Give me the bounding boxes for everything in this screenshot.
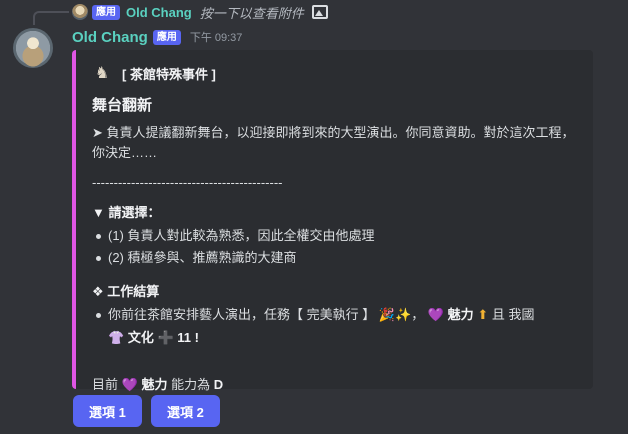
option-2-button[interactable]: 選項 2 [151, 395, 220, 427]
embed-author: ♞ [ 茶館特殊事件 ] [92, 62, 579, 84]
reply-preview[interactable]: 應用 Old Chang 按一下以查看附件 [72, 2, 328, 22]
culture-icon: 👚 [108, 331, 125, 346]
option-1-button[interactable]: 選項 1 [73, 395, 142, 427]
app-badge: 應用 [152, 29, 181, 45]
heart-icon: 💜 [121, 378, 138, 393]
reply-spine [33, 11, 69, 25]
username[interactable]: Old Chang [72, 29, 148, 46]
sparkles-icon: ✨ [395, 308, 412, 323]
arrow-up-icon: ⬆ [477, 307, 489, 322]
status-prefix: 目前 [92, 377, 119, 392]
reply-app-badge: 應用 [92, 4, 120, 20]
avatar[interactable] [13, 28, 53, 68]
status-stat: 魅力 [141, 377, 168, 392]
result-and: 且 我國 [491, 307, 535, 322]
status-grade: D [213, 377, 224, 392]
result-culture: 文化 [127, 330, 154, 345]
embed: ♞ [ 茶館特殊事件 ] 舞台翻新 ➤ 負責人提議翻新舞台，以迎接即將到來的大型… [72, 50, 593, 393]
status-middle: 能力為 [171, 377, 211, 392]
reply-username[interactable]: Old Chang [126, 5, 192, 20]
image-icon [311, 5, 328, 19]
result-list: 你前往茶館安排藝人演出，任務【 完美執行 】 🎉✨， 💜 魅力 ⬆ 且 我國 👚… [92, 304, 579, 350]
list-item: (2) 積極參與、推薦熟識的大建商 [92, 247, 579, 269]
choice-heading: ▼ 請選擇： [92, 205, 161, 220]
current-status: 目前 💜 魅力 能力為 D [92, 374, 579, 393]
divider: ----------------------------------------… [92, 175, 283, 190]
list-item: (1) 負責人對此較為熟悉，因此全權交由他處理 [92, 225, 579, 247]
plus-icon: ➕ [157, 331, 174, 346]
embed-title: 舞台翻新 [92, 97, 153, 114]
reply-avatar [72, 4, 88, 20]
cat-icon: ♞ [94, 65, 110, 82]
heart-icon: 💜 [427, 308, 445, 323]
reply-text[interactable]: 按一下以查看附件 [200, 3, 304, 22]
embed-author-name: [ 茶館特殊事件 ] [122, 66, 216, 82]
result-plus: 11 ! [177, 330, 199, 345]
timestamp: 下午 09:37 [189, 32, 243, 44]
result-heading: ❖ 工作結算 [92, 284, 160, 299]
result-text: 你前往茶館安排藝人演出，任務【 完美執行 】 [108, 307, 376, 322]
result-item: 你前往茶館安排藝人演出，任務【 完美執行 】 🎉✨， 💜 魅力 ⬆ 且 我國 👚… [92, 304, 579, 350]
embed-description: ➤ 負責人提議翻新舞台，以迎接即將到來的大型演出。你同意資助。對於這次工程，你決… [92, 125, 575, 160]
choice-list: (1) 負責人對此較為熟悉，因此全權交由他處理 (2) 積極參與、推薦熟識的大建… [92, 225, 579, 269]
message-header: Old Chang 應用 下午 09:37 [72, 27, 242, 47]
result-stat: 魅力 [447, 307, 474, 322]
party-popper-icon: 🎉 [378, 308, 396, 323]
